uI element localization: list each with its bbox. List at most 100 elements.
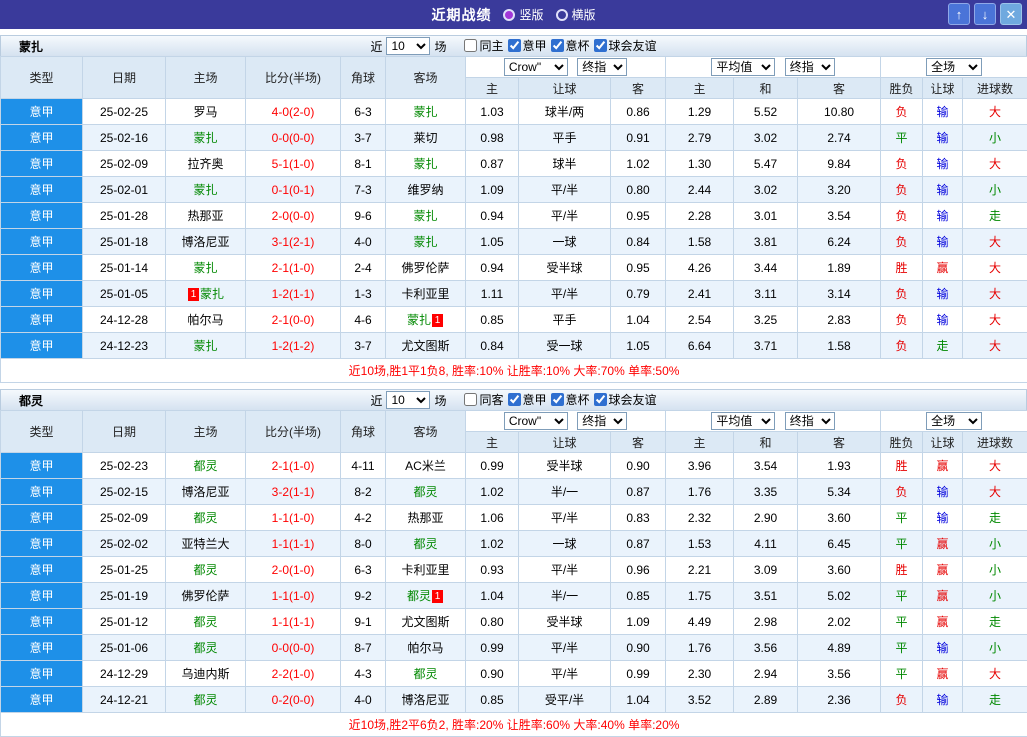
filter-checkbox[interactable]: 意甲 <box>504 37 547 54</box>
col-header-date: 日期 <box>83 57 166 99</box>
handicap-home-odds: 0.87 <box>466 151 519 177</box>
europe-type-select[interactable]: 平均值 <box>711 412 775 430</box>
scope-select[interactable]: 全场 <box>926 58 982 76</box>
filter-checkbox[interactable]: 同主 <box>460 37 503 54</box>
matches-label: 场 <box>434 392 446 409</box>
away-team-cell: 蒙扎1 <box>386 307 466 333</box>
stats-table: 类型 日期 主场 比分(半场) 角球 客场 Crow" 终指 平均值 终指 <box>0 410 1027 737</box>
checkbox-input[interactable] <box>508 393 521 406</box>
handicap-away-odds: 1.04 <box>611 687 666 713</box>
filter-checkbox[interactable]: 球会友谊 <box>590 37 657 54</box>
close-button[interactable]: ✕ <box>1000 3 1022 25</box>
match-row: 意甲25-02-15博洛尼亚3-2(1-1)8-2都灵1.02半/一0.871.… <box>1 479 1027 505</box>
scope-select[interactable]: 全场 <box>926 412 982 430</box>
handicap-result-cell: 赢 <box>923 557 963 583</box>
handicap-time-select[interactable]: 终指 <box>577 412 627 430</box>
date-cell: 25-01-18 <box>83 229 166 255</box>
handicap-away-odds: 0.80 <box>611 177 666 203</box>
handicap-home-odds: 1.06 <box>466 505 519 531</box>
date-cell: 25-01-06 <box>83 635 166 661</box>
team-label: 帕尔马 <box>187 313 223 327</box>
filter-checkbox[interactable]: 意杯 <box>547 391 590 408</box>
recent-label: 近 <box>370 392 382 409</box>
league-cell: 意甲 <box>1 125 83 151</box>
handicap-time-select[interactable]: 终指 <box>577 58 627 76</box>
handicap-home-odds: 1.03 <box>466 99 519 125</box>
europe-draw-odds: 3.81 <box>734 229 798 255</box>
europe-time-select[interactable]: 终指 <box>785 412 835 430</box>
europe-time-select[interactable]: 终指 <box>785 58 835 76</box>
europe-away-odds: 3.60 <box>798 505 881 531</box>
match-row: 意甲24-12-28帕尔马2-1(0-0)4-6蒙扎10.85平手1.042.5… <box>1 307 1027 333</box>
handicap-away-odds: 1.04 <box>611 307 666 333</box>
view-option-vertical[interactable]: 竖版 <box>503 6 543 23</box>
section-header: 都灵 近 10 场 同客意甲意杯球会友谊 <box>0 389 1027 410</box>
date-cell: 25-01-12 <box>83 609 166 635</box>
filter-checkbox[interactable]: 意杯 <box>547 37 590 54</box>
corner-cell: 4-0 <box>341 687 386 713</box>
checkbox-input[interactable] <box>464 39 477 52</box>
filter-checkbox[interactable]: 球会友谊 <box>590 391 657 408</box>
europe-away-odds: 1.89 <box>798 255 881 281</box>
result-cell: 平 <box>881 609 923 635</box>
europe-away-odds: 6.45 <box>798 531 881 557</box>
result-cell: 负 <box>881 687 923 713</box>
match-row: 意甲25-01-12都灵1-1(1-1)9-1尤文图斯0.80受半球1.094.… <box>1 609 1027 635</box>
checkbox-input[interactable] <box>551 393 564 406</box>
team-label: 都灵 <box>193 511 217 525</box>
scroll-down-button[interactable]: ↓ <box>974 3 996 25</box>
handicap-home-odds: 0.99 <box>466 635 519 661</box>
result-cell: 负 <box>881 333 923 359</box>
checkbox-label: 同客 <box>479 391 503 408</box>
europe-away-odds: 3.14 <box>798 281 881 307</box>
checkbox-input[interactable] <box>594 39 607 52</box>
away-team-cell: 蒙扎 <box>386 229 466 255</box>
col-header-goals: 进球数 <box>963 432 1027 453</box>
europe-home-odds: 3.96 <box>666 453 734 479</box>
handicap-company-select[interactable]: Crow" <box>504 58 568 76</box>
goals-result-cell: 小 <box>963 531 1027 557</box>
team-label: 佛罗伦萨 <box>181 589 229 603</box>
handicap-away-odds: 0.79 <box>611 281 666 307</box>
recent-count-select[interactable]: 10 <box>386 391 430 409</box>
europe-type-select[interactable]: 平均值 <box>711 58 775 76</box>
radio-label-vertical: 竖版 <box>519 6 543 23</box>
match-row: 意甲24-12-21都灵0-2(0-0)4-0博洛尼亚0.85受平/半1.043… <box>1 687 1027 713</box>
handicap-away-odds: 0.95 <box>611 203 666 229</box>
score-cell: 0-0(0-0) <box>246 125 341 151</box>
team-label: 都灵 <box>413 537 437 551</box>
checkbox-input[interactable] <box>594 393 607 406</box>
checkbox-input[interactable] <box>508 39 521 52</box>
page-title: 近期战绩 <box>431 5 491 25</box>
handicap-result-cell: 输 <box>923 687 963 713</box>
checkbox-label: 球会友谊 <box>609 37 657 54</box>
handicap-away-odds: 0.83 <box>611 505 666 531</box>
team-label: 热那亚 <box>187 209 223 223</box>
scroll-up-button[interactable]: ↑ <box>948 3 970 25</box>
away-team-cell: 都灵 <box>386 479 466 505</box>
checkbox-input[interactable] <box>464 393 477 406</box>
europe-home-odds: 1.76 <box>666 479 734 505</box>
score-cell: 2-0(1-0) <box>246 557 341 583</box>
handicap-line: 一球 <box>519 531 611 557</box>
header-dropdown-row: 类型 日期 主场 比分(半场) 角球 客场 Crow" 终指 平均值 终指 <box>1 411 1027 432</box>
europe-draw-odds: 3.02 <box>734 125 798 151</box>
filter-checkbox[interactable]: 意甲 <box>504 391 547 408</box>
team-label: 蒙扎 <box>407 313 431 327</box>
recent-count-select[interactable]: 10 <box>386 37 430 55</box>
checkbox-input[interactable] <box>551 39 564 52</box>
handicap-home-odds: 0.98 <box>466 125 519 151</box>
team-label: 博洛尼亚 <box>401 693 449 707</box>
handicap-company-select[interactable]: Crow" <box>504 412 568 430</box>
corner-cell: 3-7 <box>341 125 386 151</box>
filter-checkbox[interactable]: 同客 <box>460 391 503 408</box>
section-header: 蒙扎 近 10 场 同主意甲意杯球会友谊 <box>0 35 1027 56</box>
date-cell: 24-12-29 <box>83 661 166 687</box>
team-label: 蒙扎 <box>193 131 217 145</box>
titlebar-buttons: ↑ ↓ ✕ <box>948 3 1022 25</box>
europe-draw-odds: 2.89 <box>734 687 798 713</box>
match-row: 意甲25-01-051蒙扎1-2(1-1)1-3卡利亚里1.11平/半0.792… <box>1 281 1027 307</box>
team-label: 博洛尼亚 <box>181 485 229 499</box>
view-option-horizontal[interactable]: 横版 <box>556 6 596 23</box>
date-cell: 25-02-15 <box>83 479 166 505</box>
